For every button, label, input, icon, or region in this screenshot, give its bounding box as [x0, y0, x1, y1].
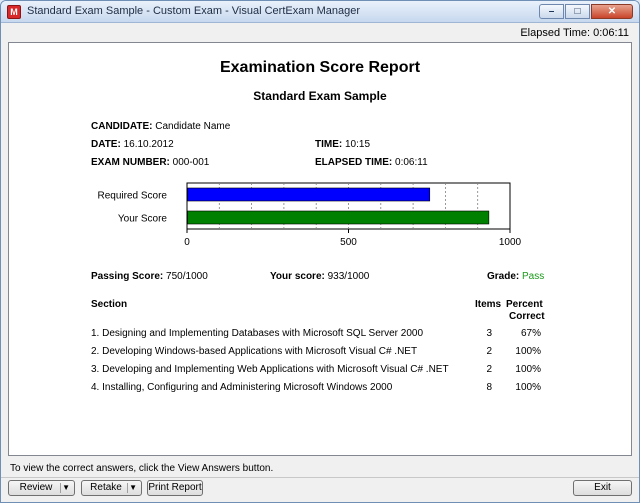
- chevron-down-icon[interactable]: ▼: [62, 481, 70, 495]
- chart-tick-label: 500: [340, 237, 357, 248]
- chart-category-label: Your Score: [118, 214, 168, 225]
- title-bar[interactable]: M Standard Exam Sample - Custom Exam - V…: [1, 1, 639, 23]
- retake-button-separator: [127, 483, 128, 493]
- exit-button[interactable]: Exit: [573, 480, 632, 496]
- section-header: Section: [91, 299, 128, 310]
- section-row-name: 2. Developing Windows-based Applications…: [91, 346, 418, 357]
- footer-divider: [1, 477, 639, 478]
- section-row-percent: 100%: [515, 346, 541, 357]
- passing-score: Passing Score: 750/1000: [91, 271, 208, 282]
- retake-button-label: Retake: [90, 482, 122, 493]
- your-score-label: Your score:: [270, 271, 325, 282]
- chart-tick-label: 0: [184, 237, 190, 248]
- elapsed-time-bar: Elapsed Time: 0:06:11: [1, 23, 639, 42]
- chart-bar: [187, 187, 431, 202]
- minimize-icon: –: [548, 6, 555, 17]
- grade: Grade: Pass: [487, 271, 544, 282]
- retake-button[interactable]: Retake ▼: [81, 480, 142, 496]
- chart-tick-label: 1000: [499, 237, 522, 248]
- your-score-value: 933/1000: [327, 271, 370, 282]
- correct-header: Correct: [509, 311, 545, 322]
- percent-header: Percent: [506, 299, 543, 310]
- passing-score-value: 750/1000: [166, 271, 208, 282]
- score-report-panel[interactable]: Examination Score Report Standard Exam S…: [8, 42, 632, 456]
- maximize-icon: □: [574, 6, 581, 17]
- maximize-button[interactable]: □: [565, 4, 590, 19]
- status-text: To view the correct answers, click the V…: [10, 463, 274, 474]
- window-controls: – □ ✕: [538, 4, 633, 20]
- review-button-label: Review: [19, 482, 53, 493]
- section-row-items: 3: [486, 328, 492, 339]
- section-row-items: 2: [486, 346, 492, 357]
- close-button[interactable]: ✕: [591, 4, 633, 19]
- section-row-percent: 100%: [515, 364, 541, 375]
- chart-category-label: Required Score: [98, 191, 168, 202]
- section-row-name: 3. Developing and Implementing Web Appli…: [91, 364, 449, 375]
- section-row-percent: 100%: [515, 382, 541, 393]
- review-button-separator: [60, 483, 61, 493]
- window-title: Standard Exam Sample - Custom Exam - Vis…: [27, 5, 360, 17]
- minimize-button[interactable]: –: [539, 4, 564, 19]
- section-row-percent: 67%: [520, 328, 541, 339]
- section-row-items: 2: [486, 364, 492, 375]
- grade-value: Pass: [522, 271, 545, 282]
- passing-score-label: Passing Score:: [91, 271, 164, 282]
- review-button[interactable]: Review ▼: [8, 480, 75, 496]
- app-logo-icon: M: [7, 5, 21, 19]
- chevron-down-icon[interactable]: ▼: [129, 481, 137, 495]
- elapsed-time-header: Elapsed Time: 0:06:11: [520, 27, 629, 39]
- close-icon: ✕: [607, 6, 617, 17]
- your-score: Your score: 933/1000: [270, 271, 369, 282]
- score-chart: Required Score Your Score 0 500 1000: [98, 182, 522, 248]
- app-window: M Standard Exam Sample - Custom Exam - V…: [0, 0, 640, 503]
- items-header: Items: [475, 299, 502, 310]
- section-row-items: 8: [486, 382, 492, 393]
- grade-label: Grade:: [487, 271, 520, 282]
- chart-bar: [187, 210, 490, 225]
- section-row-name: 4. Installing, Configuring and Administe…: [91, 382, 393, 393]
- section-row-name: 1. Designing and Implementing Databases …: [91, 328, 424, 339]
- print-report-button[interactable]: Print Report: [147, 480, 203, 496]
